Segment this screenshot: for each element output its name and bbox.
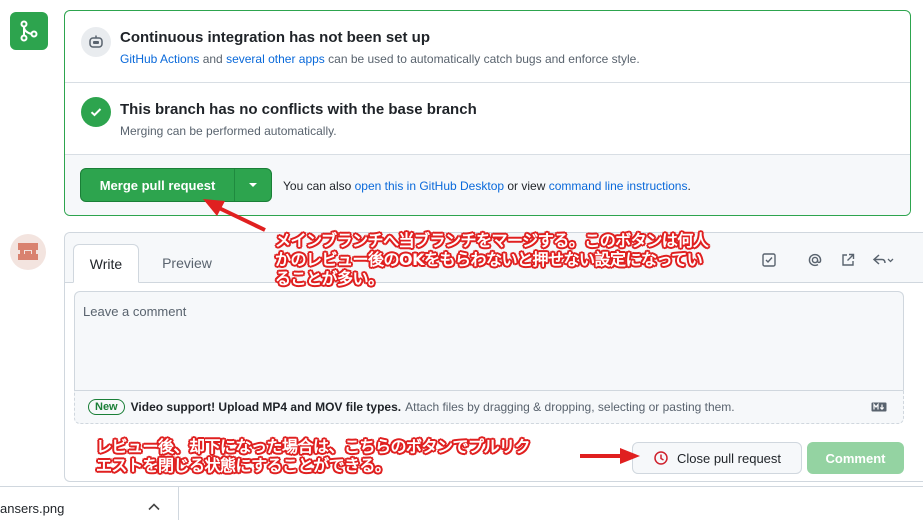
conflict-subtitle: Merging can be performed automatically. (120, 124, 337, 138)
ci-title: Continuous integration has not been set … (120, 29, 430, 46)
ci-sub-text: and (199, 52, 227, 66)
command-line-link[interactable]: command line instructions (549, 179, 688, 193)
close-pr-icon (654, 451, 668, 465)
annotation-arrow-merge (203, 199, 266, 232)
shelf-divider (178, 487, 179, 520)
other-apps-link[interactable]: several other apps (226, 52, 325, 66)
comment-button[interactable]: Comment (807, 442, 904, 474)
file-attach-bar[interactable]: New Video support! Upload MP4 and MOV fi… (74, 390, 904, 424)
new-badge: New (88, 399, 125, 415)
conflicts-section (65, 83, 910, 155)
alternative-options-text: You can also open this in GitHub Desktop… (283, 179, 691, 193)
caret-down-icon (249, 183, 257, 187)
open-in-desktop-link[interactable]: open this in GitHub Desktop (355, 179, 504, 193)
merge-options-dropdown[interactable] (235, 182, 271, 188)
task-list-icon[interactable] (759, 250, 779, 270)
ci-subtitle: GitHub Actions and several other apps ca… (120, 52, 640, 66)
close-pull-request-button[interactable]: Close pull request (632, 442, 802, 474)
also-prefix: You can also (283, 179, 355, 193)
ci-sub-text-end: can be used to automatically catch bugs … (324, 52, 640, 66)
markdown-icon[interactable] (871, 401, 887, 415)
tab-write[interactable]: Write (73, 244, 139, 283)
close-button-label: Close pull request (676, 450, 782, 466)
also-mid: or view (504, 179, 549, 193)
reply-icon[interactable] (870, 250, 896, 270)
merge-annotation: メインブランチへ当ブランチをマージする。このボタンは何人 かのレビュー後のOKを… (275, 231, 709, 288)
avatar[interactable] (10, 234, 46, 270)
robot-icon (81, 27, 111, 57)
download-shelf: ansers.png (0, 486, 923, 520)
video-support-text: Video support! Upload MP4 and MOV file t… (130, 400, 402, 414)
check-circle-icon (81, 97, 111, 127)
also-end: . (687, 179, 691, 193)
git-merge-icon (10, 12, 48, 50)
comment-textarea[interactable]: Leave a comment (74, 291, 904, 390)
mention-icon[interactable] (805, 250, 825, 270)
attach-files-text: Attach files by dragging & dropping, sel… (405, 400, 735, 414)
conflict-title: This branch has no conflicts with the ba… (120, 101, 477, 118)
tab-preview[interactable]: Preview (149, 244, 225, 282)
merge-status-box: Continuous integration has not been set … (64, 10, 911, 216)
chevron-up-icon[interactable] (147, 499, 161, 517)
github-actions-link[interactable]: GitHub Actions (120, 52, 199, 66)
close-annotation: レビュー後、却下になった場合は、こちらのボタンでプルリク エストを閉じる状態にす… (96, 437, 531, 475)
ci-section (65, 11, 910, 83)
cross-reference-icon[interactable] (838, 250, 858, 270)
downloaded-file-name[interactable]: ansers.png (0, 501, 64, 516)
annotation-arrow-close (580, 448, 640, 464)
